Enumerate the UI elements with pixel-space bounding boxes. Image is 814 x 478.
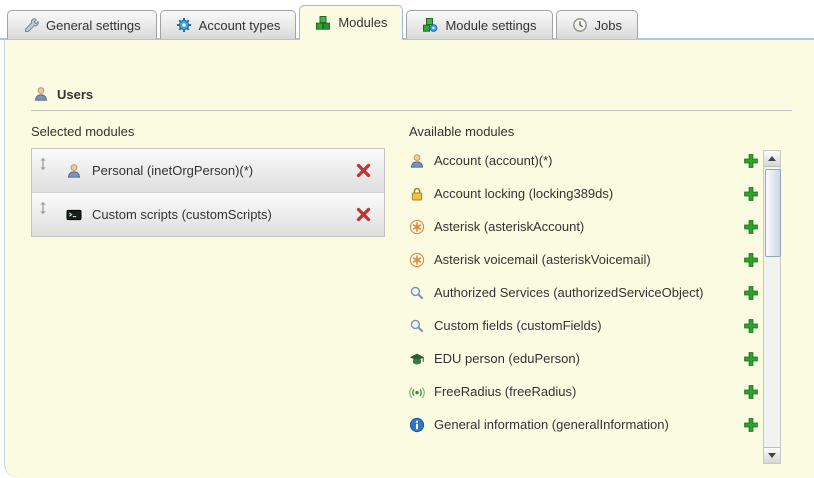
gear-icon	[176, 17, 192, 33]
available-module-row: Custom fields (customFields)	[409, 309, 761, 342]
add-module-button[interactable]	[743, 153, 759, 169]
radius-icon	[409, 384, 425, 400]
module-settings-icon	[422, 17, 438, 33]
selected-module-label: Custom scripts (customScripts)	[92, 207, 355, 222]
user-icon	[33, 86, 49, 102]
tab-account-types[interactable]: Account types	[160, 10, 297, 39]
magnifier-icon	[409, 285, 425, 301]
tab-label: Jobs	[595, 18, 622, 33]
tab-label: Module settings	[445, 18, 536, 33]
available-modules-label: Available modules	[409, 124, 514, 139]
tab-module-settings[interactable]: Module settings	[406, 10, 552, 39]
available-module-label: EDU person (eduPerson)	[434, 351, 743, 366]
add-module-button[interactable]	[743, 252, 759, 268]
available-module-row: General information (generalInformation)	[409, 408, 761, 441]
remove-module-button[interactable]	[355, 162, 372, 179]
add-module-button[interactable]	[743, 318, 759, 334]
available-module-label: Asterisk voicemail (asteriskVoicemail)	[434, 252, 743, 267]
magnifier-icon	[409, 318, 425, 334]
delete-icon	[355, 206, 372, 223]
plus-icon	[743, 384, 759, 400]
asterisk-icon	[409, 219, 425, 235]
available-module-row: FreeRadius (freeRadius)	[409, 375, 761, 408]
edu-icon	[409, 351, 425, 367]
scroll-up-icon	[768, 156, 776, 161]
asterisk-icon	[409, 252, 425, 268]
user-icon	[66, 163, 82, 179]
add-module-button[interactable]	[743, 219, 759, 235]
section-title: Users	[57, 87, 93, 102]
tab-general-settings[interactable]: General settings	[7, 10, 157, 39]
available-module-row: EDU person (eduPerson)	[409, 342, 761, 375]
available-module-row: Account (account)(*)	[409, 144, 761, 177]
available-module-row: Asterisk (asteriskAccount)	[409, 210, 761, 243]
selected-modules-label: Selected modules	[31, 124, 134, 139]
available-module-label: Authorized Services (authorizedServiceOb…	[434, 285, 743, 300]
tab-label: Modules	[338, 15, 387, 30]
selected-module-row: Personal (inetOrgPerson)(*)	[32, 149, 384, 193]
remove-module-button[interactable]	[355, 206, 372, 223]
available-module-row: Asterisk voicemail (asteriskVoicemail)	[409, 243, 761, 276]
scrollbar-thumb[interactable]	[765, 169, 781, 257]
drag-handle-icon[interactable]	[36, 157, 50, 171]
available-module-label: Custom fields (customFields)	[434, 318, 743, 333]
plus-icon	[743, 417, 759, 433]
available-module-label: Account locking (locking389ds)	[434, 186, 743, 201]
user-icon	[409, 153, 425, 169]
plus-icon	[743, 153, 759, 169]
tab-modules[interactable]: Modules	[299, 5, 403, 39]
tab-label: Account types	[199, 18, 281, 33]
available-module-label: Asterisk (asteriskAccount)	[434, 219, 743, 234]
section-heading-users: Users	[33, 86, 93, 102]
vertical-scrollbar[interactable]	[763, 150, 781, 464]
wrench-icon	[23, 17, 39, 33]
scroll-down-icon	[768, 453, 776, 458]
delete-icon	[355, 162, 372, 179]
selected-module-row: Custom scripts (customScripts)	[32, 193, 384, 236]
available-module-label: FreeRadius (freeRadius)	[434, 384, 743, 399]
plus-icon	[743, 285, 759, 301]
plus-icon	[743, 219, 759, 235]
available-module-row: Authorized Services (authorizedServiceOb…	[409, 276, 761, 309]
plus-icon	[743, 252, 759, 268]
available-module-label: Account (account)(*)	[434, 153, 743, 168]
plus-icon	[743, 351, 759, 367]
tab-jobs[interactable]: Jobs	[556, 10, 638, 39]
add-module-button[interactable]	[743, 417, 759, 433]
clock-icon	[572, 17, 588, 33]
scroll-down-button[interactable]	[764, 447, 780, 463]
script-icon	[66, 207, 82, 223]
available-module-label: General information (generalInformation)	[434, 417, 743, 432]
modules-icon	[315, 15, 331, 31]
modules-panel: Users Selected modules Available modules…	[4, 40, 814, 478]
scroll-up-button[interactable]	[764, 151, 780, 167]
lock-icon	[409, 186, 425, 202]
available-modules-list: Account (account)(*) Account locking (lo…	[409, 144, 761, 441]
add-module-button[interactable]	[743, 351, 759, 367]
tab-label: General settings	[46, 18, 141, 33]
add-module-button[interactable]	[743, 186, 759, 202]
add-module-button[interactable]	[743, 285, 759, 301]
info-icon	[409, 417, 425, 433]
selected-module-label: Personal (inetOrgPerson)(*)	[92, 163, 355, 178]
available-module-row: Account locking (locking389ds)	[409, 177, 761, 210]
selected-modules-list: Personal (inetOrgPerson)(*) Custom scrip…	[31, 148, 385, 237]
add-module-button[interactable]	[743, 384, 759, 400]
plus-icon	[743, 318, 759, 334]
section-divider	[31, 110, 792, 111]
drag-handle-icon[interactable]	[36, 201, 50, 215]
tab-bar: General settings Account types Modules M…	[7, 5, 814, 39]
plus-icon	[743, 186, 759, 202]
